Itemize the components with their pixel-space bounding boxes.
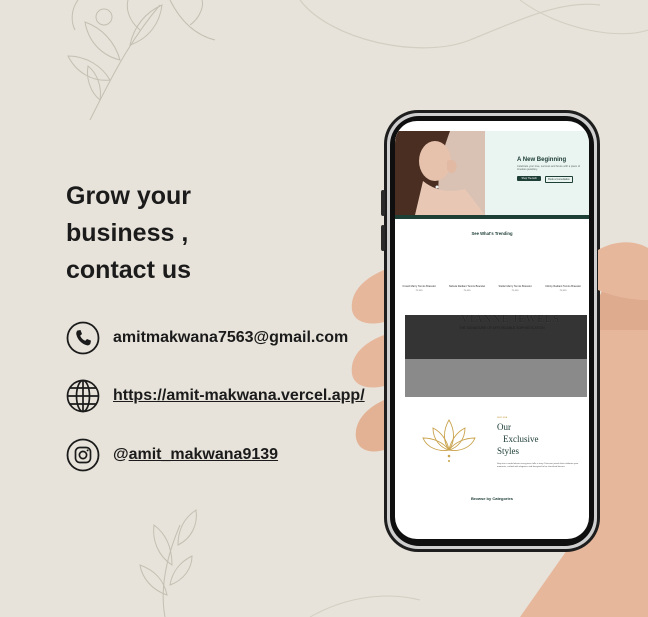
exclusive-eyebrow: NEW ERA [497,417,508,419]
exclusive-paragraph: Step into a world where every piece tell… [497,463,579,468]
hero-model-photo [395,131,485,215]
book-consultation-button[interactable]: Book a Consultation [545,176,573,183]
product-card[interactable]: Stellar Marry Tennis Bracelet ₹5,499 [495,285,535,292]
banner-tagline: THE SIGNATURE OF AFFORDABLE SOPHISTICATI… [459,326,545,330]
hero-subtitle: Celebrate your love, success and future … [517,165,581,171]
product-card[interactable]: Infinity Radiant Tennis Bracelet ₹6,999 [543,285,583,292]
product-name: Crowd Marry Tennis Bracelet [402,285,436,288]
hero-title: A New Beginning [517,157,567,163]
product-card[interactable]: Crowd Marry Tennis Bracelet ₹5,999 [399,285,439,292]
exclusive-line-1: Our [497,422,511,432]
product-price: ₹6,999 [559,290,567,292]
phone-screen: A New Beginning Celebrate your love, suc… [395,121,589,539]
product-card[interactable]: Nebula Radiant Tennis Bracelet ₹6,499 [447,285,487,292]
exclusive-line-3: Styles [497,446,520,456]
hero-banner: A New Beginning Celebrate your love, suc… [395,131,589,215]
hero-divider-strip [395,215,589,219]
banner-brand: VIANNE JEWELS [461,315,560,325]
banner-floor [405,359,587,397]
product-name: Infinity Radiant Tennis Bracelet [545,285,581,288]
product-price: ₹6,499 [463,290,471,292]
trending-title: See What's Trending [471,231,513,236]
store-banner: VIANNE JEWELS THE SIGNATURE OF AFFORDABL… [405,315,587,397]
product-price: ₹5,499 [511,290,519,292]
exclusive-heading: Our Exclusive Styles [497,421,539,457]
product-price: ₹5,999 [415,290,423,292]
product-name: Nebula Radiant Tennis Bracelet [448,285,486,288]
exclusive-line-2: Exclusive [503,434,539,444]
browse-categories-title: Browse by Categories [470,496,513,501]
product-name: Stellar Marry Tennis Bracelet [498,285,532,288]
lotus-icon [422,419,476,462]
shop-the-edit-button[interactable]: Shop The Edit [517,176,541,181]
